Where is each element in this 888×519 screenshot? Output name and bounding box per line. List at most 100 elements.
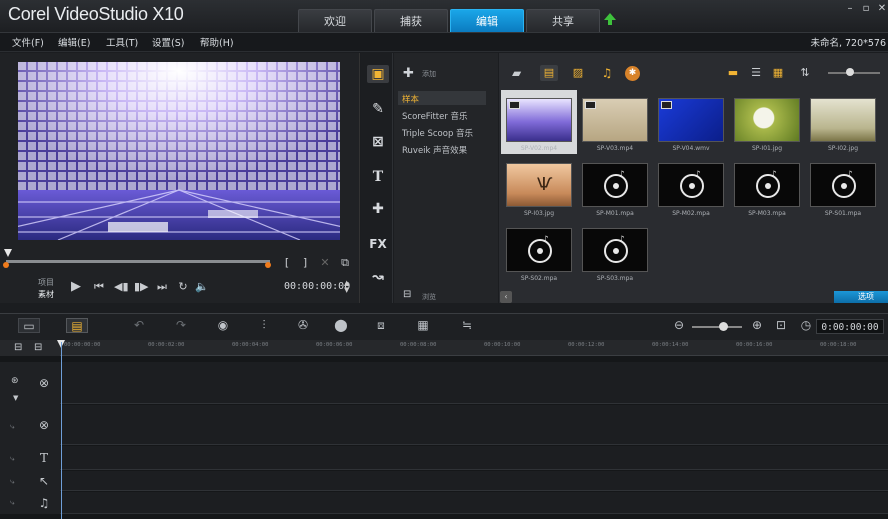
details-view-icon[interactable]: ☰	[748, 66, 764, 80]
library-thumbnail[interactable]	[582, 98, 648, 142]
browse-icon[interactable]: ⊟	[403, 289, 411, 300]
menu-help[interactable]: 帮助(H)	[200, 35, 234, 49]
show-audio-icon[interactable]: ♫	[598, 65, 616, 81]
track-expand-icon[interactable]: ▼	[13, 394, 18, 402]
next-frame-icon[interactable]: ▮▶	[134, 280, 149, 294]
undo-icon[interactable]: ↶	[128, 318, 150, 333]
media-category-icon[interactable]: ▣	[367, 65, 389, 83]
menu-edit[interactable]: 编辑(E)	[58, 35, 90, 49]
scrub-bar[interactable]	[6, 260, 270, 263]
mark-in-button[interactable]: [	[282, 256, 292, 270]
record-capture-icon[interactable]: ◉	[212, 318, 234, 333]
add-folder-label[interactable]: 添加	[422, 69, 436, 79]
player-timecode[interactable]: 00:00:00:00	[284, 281, 350, 292]
timeline-zoom-knob[interactable]	[719, 322, 728, 331]
add-folder-icon[interactable]: ✚	[403, 66, 414, 81]
zoom-out-icon[interactable]: ⊖	[668, 318, 690, 333]
split-clip-icon[interactable]: ✕	[320, 256, 330, 270]
graphics-icon[interactable]: ✚	[367, 200, 389, 218]
thumbnail-view-icon[interactable]: ▦	[770, 66, 786, 80]
storyboard-view-icon[interactable]: ▭	[18, 318, 40, 333]
library-thumbnail[interactable]: ♪	[506, 228, 572, 272]
thumbnail-size-slider[interactable]	[828, 72, 880, 74]
motion-tracking-icon[interactable]: ⬤	[330, 318, 352, 333]
project-duration-icon[interactable]: ◷	[795, 318, 817, 333]
multi-camera-icon[interactable]: ▦	[412, 318, 434, 333]
library-thumbnail[interactable]: ♪	[658, 163, 724, 207]
trim-in-handle[interactable]	[3, 262, 9, 268]
scrub-start-marker[interactable]	[4, 249, 12, 257]
project-mode-label[interactable]: 项目	[38, 277, 54, 288]
library-thumbnail[interactable]: ♪	[810, 163, 876, 207]
fit-project-icon[interactable]: ⊡	[770, 318, 792, 333]
browse-label[interactable]: 浏览	[422, 292, 436, 302]
track-visibility-icon[interactable]: ⊛	[11, 376, 19, 386]
mark-out-button[interactable]: ]	[300, 256, 310, 270]
path-motion-icon[interactable]: ↝	[367, 268, 389, 286]
collapse-library-icon[interactable]: ‹	[500, 291, 512, 303]
playhead-line[interactable]	[61, 342, 62, 519]
end-icon[interactable]: ⏭	[155, 280, 169, 294]
thumbnail-size-knob[interactable]	[846, 68, 854, 76]
enlarge-preview-icon[interactable]: ⧉	[338, 256, 352, 270]
transition-icon[interactable]: ⊠	[367, 133, 389, 151]
voice-track[interactable]	[60, 471, 888, 491]
sort-icon[interactable]: ⇅	[797, 66, 813, 80]
library-thumbnail[interactable]	[810, 98, 876, 142]
title-icon[interactable]: T	[367, 168, 389, 186]
title-lock-icon[interactable]: ⤷	[10, 454, 14, 464]
track-manager-icon[interactable]: ⊟	[14, 342, 22, 353]
timeline-view-icon[interactable]: ▤	[66, 318, 88, 333]
overlay-lock-icon[interactable]: ⤷	[10, 422, 14, 432]
menu-settings[interactable]: 设置(S)	[152, 35, 184, 49]
overlay-track[interactable]	[60, 405, 888, 445]
menu-tools[interactable]: 工具(T)	[106, 35, 138, 49]
library-thumbnail[interactable]	[506, 98, 572, 142]
timecode-stepper-icon[interactable]: ▲ ▼	[344, 280, 349, 294]
minimize-button[interactable]: –	[842, 3, 858, 15]
zoom-in-icon[interactable]: ⊕	[746, 318, 768, 333]
title-track[interactable]	[60, 446, 888, 470]
options-button[interactable]: 选项	[834, 291, 888, 303]
get-more-icon[interactable]: ✱	[625, 66, 640, 81]
instant-project-icon[interactable]: ✎	[367, 100, 389, 118]
fx-filter-icon[interactable]: FX	[367, 235, 389, 253]
library-thumbnail[interactable]: ♪	[582, 163, 648, 207]
folder-icon[interactable]: ▰	[512, 66, 521, 80]
sound-mixer-icon[interactable]: ⫶	[253, 318, 275, 333]
timeline-timecode[interactable]: 0:00:00:00	[816, 319, 884, 334]
menu-file[interactable]: 文件(F)	[12, 35, 44, 49]
library-thumbnail[interactable]: ♪	[582, 228, 648, 272]
redo-icon[interactable]: ↷	[170, 318, 192, 333]
video-track[interactable]	[60, 362, 888, 404]
voice-lock-icon[interactable]: ⤷	[10, 477, 14, 487]
preview-screen[interactable]	[18, 62, 340, 240]
auto-music-icon[interactable]: ✇	[292, 318, 314, 333]
folder-item-samples[interactable]: 样本	[402, 93, 419, 105]
music-lock-icon[interactable]: ⤷	[10, 498, 14, 508]
library-thumbnail[interactable]: Ѱ	[506, 163, 572, 207]
repeat-icon[interactable]: ↻	[176, 280, 190, 294]
library-thumbnail[interactable]	[658, 98, 724, 142]
timeline-zoom-slider[interactable]	[692, 326, 742, 328]
upload-arrow-icon[interactable]	[603, 12, 617, 26]
home-icon[interactable]: ⏮	[92, 280, 106, 294]
previous-frame-icon[interactable]: ◀▮	[114, 280, 129, 294]
add-remove-chapter-icon[interactable]: ⊟	[34, 342, 42, 353]
library-thumbnail[interactable]	[734, 98, 800, 142]
tab-welcome[interactable]: 欢迎	[298, 9, 372, 32]
show-video-icon[interactable]: ▤	[540, 65, 558, 81]
time-remapping-icon[interactable]: ≒	[456, 318, 478, 333]
subtitle-editor-icon[interactable]: ⧈	[370, 318, 392, 333]
play-icon[interactable]: ▶	[68, 280, 84, 294]
folder-item-sound-effects[interactable]: Ruveik 声音效果	[402, 144, 467, 156]
volume-icon[interactable]: 🔈	[195, 280, 209, 294]
folder-item-triple-scoop[interactable]: Triple Scoop 音乐	[402, 127, 473, 139]
close-button[interactable]: ✕	[874, 3, 888, 15]
music-track[interactable]	[60, 492, 888, 514]
list-view-icon[interactable]: ▬	[725, 66, 741, 80]
tab-capture[interactable]: 捕获	[374, 9, 448, 32]
folder-item-scorefitter[interactable]: ScoreFitter 音乐	[402, 110, 468, 122]
clip-mode-label[interactable]: 素材	[38, 289, 54, 300]
trim-out-handle[interactable]	[265, 262, 271, 268]
